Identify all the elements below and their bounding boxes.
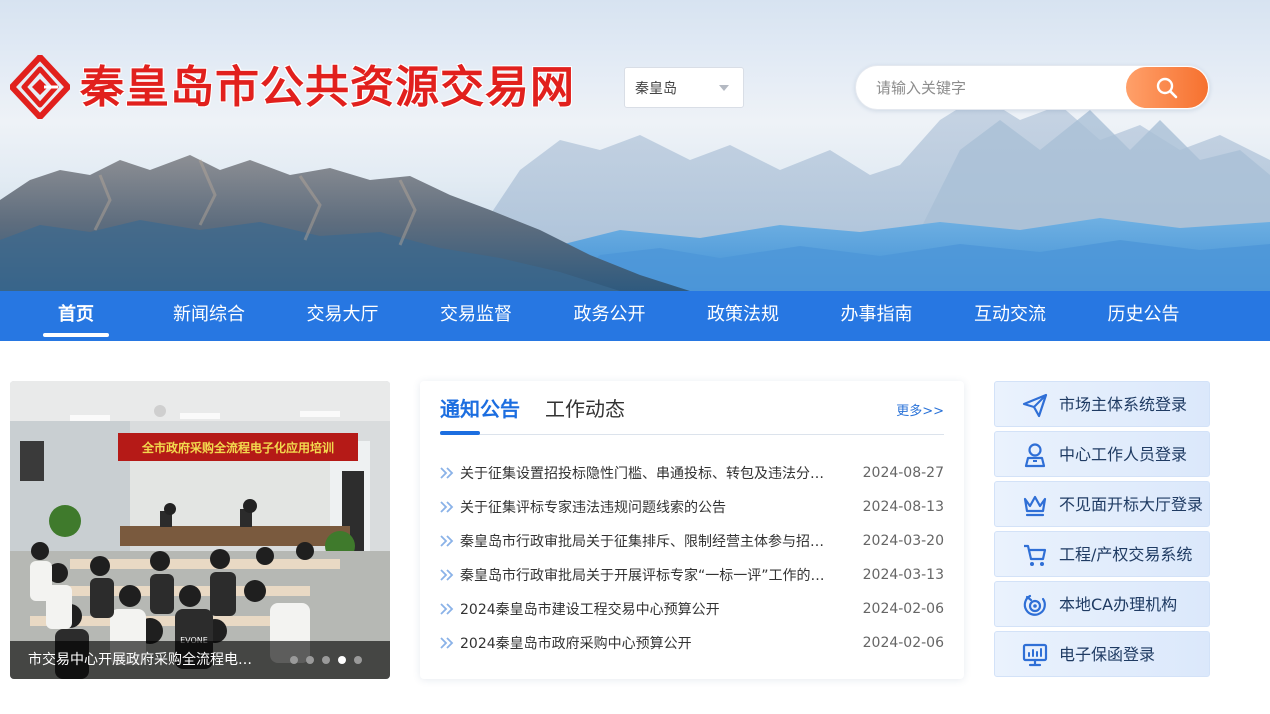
double-chevron-right-icon: [440, 569, 454, 581]
double-chevron-right-icon: [440, 501, 454, 513]
double-chevron-right-icon: [440, 637, 454, 649]
notice-title[interactable]: 2024秦皇岛市建设工程交易中心预算公开: [460, 599, 828, 619]
carousel-dot[interactable]: [290, 656, 298, 664]
nav-item-trading-hall[interactable]: 交易大厅: [266, 291, 419, 341]
notice-date: 2024-08-13: [862, 499, 944, 515]
quick-link-label: 本地CA办理机构: [1059, 595, 1178, 614]
nav-item-label: 政务公开: [573, 304, 646, 325]
shopping-cart-icon: [1024, 544, 1047, 566]
carousel-caption-bar: 市交易中心开展政府采购全流程电子化应用培训: [10, 641, 390, 679]
crown-icon: [1023, 495, 1047, 517]
nav-item-label: 办事指南: [840, 304, 913, 325]
notice-tabs: 通知公告 工作动态 更多>>: [440, 395, 944, 435]
nav-item-home[interactable]: 首页: [0, 291, 152, 341]
carousel-caption[interactable]: 市交易中心开展政府采购全流程电子化应用培训: [28, 651, 260, 669]
quick-link-label: 电子保函登录: [1059, 645, 1156, 664]
nav-item-government-affairs[interactable]: 政务公开: [533, 291, 686, 341]
search-icon: [1156, 77, 1178, 98]
list-item[interactable]: 关于征集评标专家违法违规问题线索的公告 2024-08-13: [440, 490, 944, 524]
nav-item-news[interactable]: 新闻综合: [152, 291, 266, 341]
e-guarantee-login-button[interactable]: 电子保函登录: [994, 631, 1210, 677]
chevron-down-icon: [719, 85, 729, 91]
notice-date: 2024-03-20: [862, 533, 944, 549]
carousel-dots: [282, 656, 362, 664]
notice-title[interactable]: 2024秦皇岛市政府采购中心预算公开: [460, 633, 828, 653]
remote-bid-hall-login-button[interactable]: 不见面开标大厅登录: [994, 481, 1210, 527]
quick-link-label: 工程/产权交易系统: [1059, 545, 1193, 564]
main-nav: 首页 新闻综合 交易大厅 交易监督 政务公开 政策法规 办事指南 互动交流 历史…: [0, 291, 1270, 341]
nav-item-label: 政策法规: [707, 304, 779, 325]
notice-date: 2024-08-27: [862, 465, 944, 481]
header-banner: 秦皇岛市公共资源交易网: [0, 0, 1270, 291]
staff-login-button[interactable]: 中心工作人员登录: [994, 431, 1210, 477]
list-item[interactable]: 2024秦皇岛市建设工程交易中心预算公开 2024-02-06: [440, 592, 944, 626]
nav-item-label: 首页: [58, 304, 94, 325]
notice-title[interactable]: 关于征集设置招投标隐性门槛、串通投标、转包及违法分包等违法违规问题线索的公告: [460, 463, 828, 483]
nav-item-label: 交易监督: [440, 304, 512, 325]
carousel-dot[interactable]: [354, 656, 362, 664]
region-dropdown-value: 秦皇岛: [635, 80, 677, 97]
news-carousel[interactable]: 全市政府采购全流程电子化应用培训 EVON: [10, 381, 390, 679]
search-input[interactable]: [876, 74, 1116, 102]
list-item[interactable]: 秦皇岛市行政审批局关于开展评标专家“一标一评”工作的通知 2024-03-13: [440, 558, 944, 592]
tab-announcements[interactable]: 通知公告: [440, 395, 520, 435]
nav-item-policies[interactable]: 政策法规: [686, 291, 800, 341]
tab-work-updates[interactable]: 工作动态: [545, 395, 625, 423]
nav-item-interaction[interactable]: 互动交流: [953, 291, 1067, 341]
nav-item-label: 新闻综合: [173, 304, 245, 325]
local-ca-agency-button[interactable]: 本地CA办理机构: [994, 581, 1210, 627]
list-item[interactable]: 秦皇岛市行政审批局关于征集排斥、限制经营主体参与招投标问题线索的公告 2024-…: [440, 524, 944, 558]
notice-panel: 通知公告 工作动态 更多>> 关于征集设置招投标隐性门槛、串通投标、转包及违法分…: [420, 381, 964, 679]
site-logo-icon: [10, 55, 70, 119]
notice-date: 2024-02-06: [862, 635, 944, 651]
nav-item-supervision[interactable]: 交易监督: [419, 291, 533, 341]
more-link[interactable]: 更多>>: [896, 400, 944, 419]
nav-item-history[interactable]: 历史公告: [1067, 291, 1220, 341]
double-chevron-right-icon: [440, 603, 454, 615]
region-dropdown[interactable]: 秦皇岛: [624, 67, 744, 108]
nav-item-label: 历史公告: [1107, 304, 1180, 325]
market-entity-login-button[interactable]: 市场主体系统登录: [994, 381, 1210, 427]
quick-link-label: 市场主体系统登录: [1059, 395, 1188, 414]
target-icon: [1023, 594, 1046, 616]
quick-link-label: 不见面开标大厅登录: [1059, 495, 1204, 514]
mountain-landscape-image: [0, 95, 1270, 291]
double-chevron-right-icon: [440, 467, 454, 479]
nav-item-guide[interactable]: 办事指南: [800, 291, 953, 341]
staff-user-icon: [1024, 443, 1046, 468]
notice-title[interactable]: 秦皇岛市行政审批局关于征集排斥、限制经营主体参与招投标问题线索的公告: [460, 531, 828, 551]
nav-item-label: 交易大厅: [306, 304, 379, 325]
notice-date: 2024-03-13: [862, 567, 944, 583]
carousel-slide-image: 全市政府采购全流程电子化应用培训 EVON: [10, 381, 390, 679]
double-chevron-right-icon: [440, 535, 454, 547]
carousel-dot[interactable]: [306, 656, 314, 664]
site-title: 秦皇岛市公共资源交易网: [80, 62, 575, 113]
photo-banner-text: 全市政府采购全流程电子化应用培训: [141, 440, 334, 455]
nav-item-label: 互动交流: [974, 304, 1046, 325]
notice-list: 关于征集设置招投标隐性门槛、串通投标、转包及违法分包等违法违规问题线索的公告 2…: [440, 456, 944, 660]
monitor-icon: [1022, 643, 1048, 667]
carousel-dot[interactable]: [322, 656, 330, 664]
paper-plane-icon: [1022, 393, 1048, 418]
notice-title[interactable]: 关于征集评标专家违法违规问题线索的公告: [460, 497, 828, 517]
notice-title[interactable]: 秦皇岛市行政审批局关于开展评标专家“一标一评”工作的通知: [460, 565, 828, 585]
carousel-dot-active[interactable]: [338, 656, 346, 664]
list-item[interactable]: 关于征集设置招投标隐性门槛、串通投标、转包及违法分包等违法违规问题线索的公告 2…: [440, 456, 944, 490]
quick-links: 市场主体系统登录 中心工作人员登录 不见面开标大厅登录 工程/产权交易系统 本地…: [994, 381, 1210, 681]
search-button[interactable]: [1126, 67, 1208, 108]
quick-link-label: 中心工作人员登录: [1059, 445, 1188, 464]
property-trading-system-button[interactable]: 工程/产权交易系统: [994, 531, 1210, 577]
notice-date: 2024-02-06: [862, 601, 944, 617]
list-item[interactable]: 2024秦皇岛市政府采购中心预算公开 2024-02-06: [440, 626, 944, 660]
